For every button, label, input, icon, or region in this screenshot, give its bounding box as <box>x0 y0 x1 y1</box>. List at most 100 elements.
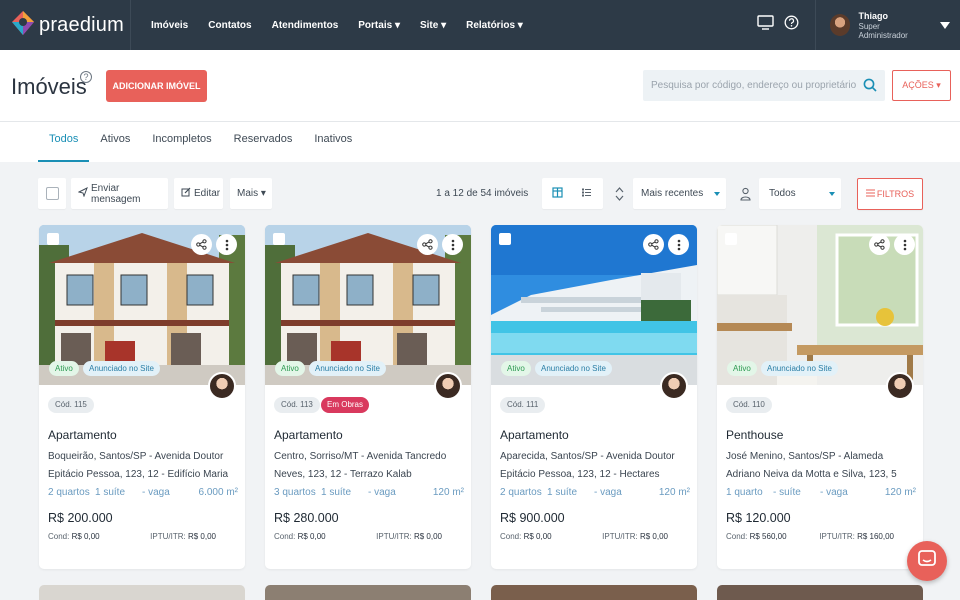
nav-item-portais[interactable]: Portais ▾ <box>348 20 410 31</box>
card-checkbox[interactable] <box>47 233 59 245</box>
card-checkbox[interactable] <box>499 233 511 245</box>
send-icon <box>77 186 88 200</box>
nav-item-contatos[interactable]: Contatos <box>198 20 261 31</box>
condo-fee: Cond: R$ 0,00 <box>274 532 326 541</box>
page-header: Imóveis ? ADICIONAR IMÓVEL AÇÕES ▾ <box>0 50 960 122</box>
property-code: Cód. 111 <box>500 397 546 413</box>
property-card[interactable]: Ativo Anunciado no Site Cód. 115 Apartam… <box>39 225 245 569</box>
nav-item-imoveis[interactable]: Imóveis <box>141 20 198 31</box>
grid-view-icon[interactable] <box>552 186 563 201</box>
user-role: Super Administrador <box>858 21 908 40</box>
property-card-next[interactable] <box>491 585 697 600</box>
list-view-icon[interactable] <box>581 187 592 201</box>
property-price: R$ 280.000 <box>274 511 339 525</box>
actions-button[interactable]: AÇÕES ▾ <box>892 70 951 101</box>
more-button[interactable]: Mais ▾ <box>230 178 272 209</box>
property-card-next[interactable] <box>265 585 471 600</box>
iptu-label: IPTU/ITR: <box>819 532 855 541</box>
share-icon[interactable] <box>191 234 212 255</box>
suites: 1 suíte <box>95 487 126 498</box>
list-toolbar: Enviar mensagem Editar Mais ▾ 1 a 12 de … <box>0 178 960 210</box>
nav-item-site[interactable]: Site ▾ <box>410 20 456 31</box>
chevron-down-icon <box>829 191 835 196</box>
tab-todos[interactable]: Todos <box>38 122 90 162</box>
search-input[interactable] <box>643 70 858 101</box>
property-price: R$ 120.000 <box>726 511 791 525</box>
search-box <box>643 70 885 101</box>
area: 120 m² <box>884 487 916 498</box>
add-property-button[interactable]: ADICIONAR IMÓVEL <box>106 70 207 102</box>
select-all-checkbox[interactable] <box>45 187 59 200</box>
property-code: Cód. 115 <box>48 397 94 413</box>
property-features: 3 quartos 1 suíte - vaga 120 m² <box>274 487 464 498</box>
filters-label: FILTROS <box>876 189 915 199</box>
more-vert-icon[interactable] <box>442 234 463 255</box>
area: 120 m² <box>658 487 690 498</box>
sort-select[interactable]: Mais recentes <box>633 178 726 209</box>
view-toggle <box>542 178 603 209</box>
monitor-icon[interactable] <box>757 15 774 35</box>
rooms: 2 quartos <box>48 487 90 498</box>
tab-incompletos[interactable]: Incompletos <box>141 122 222 162</box>
agent-avatar[interactable] <box>208 372 236 400</box>
help-circle-icon[interactable] <box>784 15 799 35</box>
condo-label: Cond: <box>274 532 296 541</box>
card-checkbox[interactable] <box>273 233 285 245</box>
iptu-value: R$ 160,00 <box>857 532 894 541</box>
condo-value: R$ 0,00 <box>71 532 100 541</box>
site-status-badge: Anunciado no Site <box>309 361 386 376</box>
top-navbar: praedium Imóveis Contatos Atendimentos P… <box>0 0 960 50</box>
more-vert-icon[interactable] <box>216 234 237 255</box>
share-icon[interactable] <box>643 234 664 255</box>
agent-avatar[interactable] <box>434 372 462 400</box>
agent-avatar[interactable] <box>660 372 688 400</box>
filters-button[interactable]: FILTROS <box>857 178 923 210</box>
owner-select[interactable]: Todos <box>759 178 841 209</box>
send-message-button[interactable]: Enviar mensagem <box>71 178 168 209</box>
property-address: Boqueirão, Santos/SP - Avenida Doutor Ep… <box>48 451 229 480</box>
share-icon[interactable] <box>869 234 890 255</box>
status-badge: Ativo <box>275 361 305 376</box>
property-features: 1 quarto - suíte - vaga 120 m² <box>726 487 916 498</box>
agent-avatar[interactable] <box>886 372 914 400</box>
property-card[interactable]: Ativo Anunciado no Site Cód. 113 Em Obra… <box>265 225 471 569</box>
condo-value: R$ 0,00 <box>297 532 326 541</box>
property-card[interactable]: Ativo Anunciado no Site Cód. 111 Apartam… <box>491 225 697 569</box>
help-icon[interactable]: ? <box>80 71 92 83</box>
parking: - vaga <box>594 487 622 498</box>
search-icon[interactable] <box>863 78 877 97</box>
tab-inativos[interactable]: Inativos <box>303 122 363 162</box>
edit-label: Editar <box>194 188 221 199</box>
share-icon[interactable] <box>417 234 438 255</box>
condo-value: R$ 560,00 <box>749 532 787 541</box>
iptu-label: IPTU/ITR: <box>150 532 186 541</box>
card-checkbox[interactable] <box>725 233 737 245</box>
area: 6.000 m² <box>198 487 238 498</box>
property-card[interactable]: Ativo Anunciado no Site Cód. 110 Penthou… <box>717 225 923 569</box>
condo-fee: Cond: R$ 0,00 <box>48 532 100 541</box>
iptu-fee: IPTU/ITR: R$ 0,00 <box>150 532 216 541</box>
property-code: Cód. 110 <box>726 397 772 413</box>
parking: - vaga <box>368 487 396 498</box>
status-badge: Ativo <box>49 361 79 376</box>
property-address: Centro, Sorriso/MT - Avenida Tancredo Ne… <box>274 451 447 480</box>
send-message-label: Enviar mensagem <box>91 182 141 205</box>
user-menu[interactable]: Thiago Super Administrador <box>815 0 960 50</box>
tab-ativos[interactable]: Ativos <box>89 122 141 162</box>
condo-label: Cond: <box>726 532 748 541</box>
more-vert-icon[interactable] <box>894 234 915 255</box>
pagination-info: 1 a 12 de 54 imóveis <box>436 188 529 199</box>
property-price: R$ 900.000 <box>500 511 565 525</box>
tab-reservados[interactable]: Reservados <box>223 122 304 162</box>
more-vert-icon[interactable] <box>668 234 689 255</box>
brand[interactable]: praedium <box>0 0 131 50</box>
property-card-next[interactable] <box>717 585 923 600</box>
parking: - vaga <box>142 487 170 498</box>
nav-icons <box>757 15 815 35</box>
property-card-next[interactable] <box>39 585 245 600</box>
page-title: Imóveis <box>11 74 87 99</box>
edit-button[interactable]: Editar <box>174 178 223 209</box>
nav-item-atendimentos[interactable]: Atendimentos <box>262 20 349 31</box>
chat-button[interactable] <box>907 541 947 581</box>
nav-item-relatorios[interactable]: Relatórios ▾ <box>456 20 533 31</box>
